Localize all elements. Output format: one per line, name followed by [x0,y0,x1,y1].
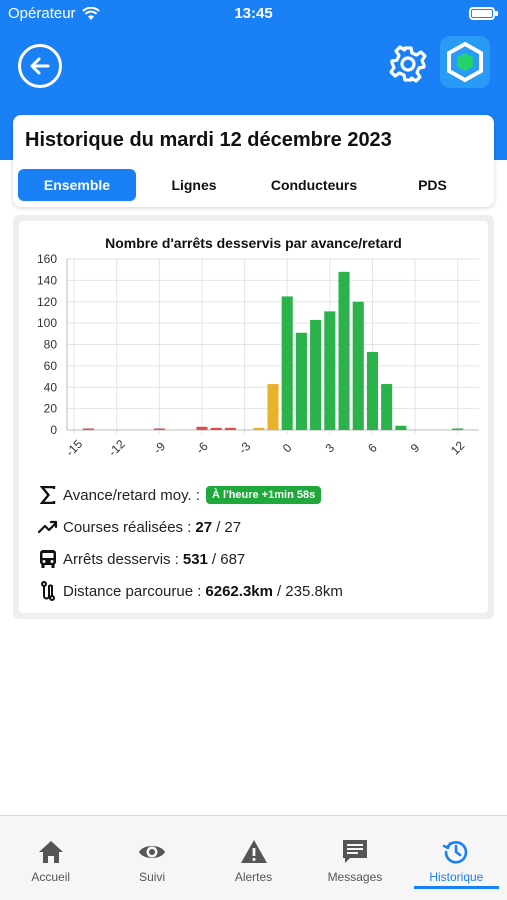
y-tick-label: 120 [37,295,57,309]
bus-icon [37,548,59,570]
stat-stops-total: / 687 [211,550,246,568]
x-tick-label: -12 [106,437,128,459]
back-button[interactable] [18,44,62,88]
stat-distance-total: / 235.8km [276,582,343,600]
chart-bar [310,319,322,430]
chart-bar [366,351,378,430]
tab-lignes[interactable]: Lignes [136,169,252,201]
tab-accueil[interactable]: Accueil [0,816,101,900]
y-tick-label: 80 [44,338,58,352]
chart-bar [196,426,208,430]
stat-courses: Courses réalisées : 27 / 27 [37,515,241,539]
tab-historique-label: Historique [429,870,484,884]
stat-courses-label: Courses réalisées : [63,518,192,536]
chart-bar [267,384,279,430]
y-tick-label: 40 [44,380,58,394]
chart-bar [381,384,393,430]
stat-distance-label: Distance parcourue : [63,582,202,600]
home-icon [38,841,63,863]
x-tick-label: 3 [323,440,338,455]
alert-icon [240,840,267,863]
x-tick-label: -6 [193,439,211,457]
tab-suivi-label: Suivi [139,870,166,884]
chart-bar [338,271,350,430]
status-badge: À l'heure +1min 58s [206,486,322,504]
page-title: Historique du mardi 12 décembre 2023 [25,129,392,151]
chart-bar [395,425,407,430]
chart-panel: 0 20 40 60 80 100 120 140 160 -15 -12 -9 -6 -3 0 3 6 9 12 … [13,215,494,619]
stat-stops: Arrêts desservis : 531 / 687 [37,547,245,571]
x-tick-label: 9 [408,440,423,455]
x-tick-label: 12 [448,438,468,458]
gear-icon [389,45,427,83]
x-tick-label: 6 [365,440,380,455]
tab-ensemble[interactable]: Ensemble [18,169,136,201]
stat-courses-value: 27 [195,518,213,536]
y-tick-label: 0 [50,423,57,437]
stat-avg-label: Avance/retard moy. : [63,486,201,504]
history-card: Historique du mardi 12 décembre 2023 Ens… [13,115,494,207]
tab-historique[interactable]: Historique [406,816,507,900]
y-tick-label: 160 [37,252,57,266]
chart-bar [253,427,265,430]
tab-messages-label: Messages [327,870,383,884]
stat-distance: Distance parcourue : 6262.3km / 235.8km [37,579,343,603]
trend-up-icon [37,516,59,538]
eye-icon [139,846,166,858]
stat-courses-total: / 27 [216,518,242,536]
battery-icon [469,7,498,20]
clock: 13:45 [234,5,273,22]
chart-card: 0 20 40 60 80 100 120 140 160 -15 -12 -9 -6 -3 0 3 6 9 12 … [19,221,488,613]
app-logo[interactable] [440,36,490,88]
x-tick-label: 0 [280,440,295,455]
x-tick-label: -3 [236,439,254,457]
y-tick-label: 20 [44,402,58,416]
tab-accueil-label: Accueil [31,870,71,884]
chart-bar [352,301,364,430]
chart-bar [324,311,336,430]
sigma-icon [37,484,59,506]
x-tick-label: -15 [63,437,85,459]
route-icon [37,580,59,602]
tab-conducteurs[interactable]: Conducteurs [252,169,376,201]
tab-alertes[interactable]: Alertes [203,816,304,900]
delay-histogram-chart: 0 20 40 60 80 100 120 140 160 -15 -12 -9 -6 -3 0 3 6 9 12 [37,252,479,459]
chart-bar [210,427,222,430]
stat-distance-value: 6262.3km [205,582,273,600]
status-bar: Opérateur 13:45 [0,0,507,28]
chart-bar [224,427,236,430]
tab-messages[interactable]: Messages [304,816,405,900]
y-tick-label: 100 [37,316,57,330]
stat-stops-label: Arrêts desservis : [63,550,179,568]
chart-bar [82,428,94,430]
settings-button[interactable] [388,44,428,84]
chart-bar [295,332,307,430]
messages-icon [342,840,367,863]
chart-title: Nombre d'arrêts desservis par avance/ret… [105,235,402,251]
chart-bar [452,428,464,430]
bottom-tab-bar: Accueil Suivi Alertes Messages Historiqu… [0,815,507,900]
history-icon [443,840,468,864]
tab-bar-top: Ensemble Lignes Conducteurs PDS [18,169,489,201]
app-logo-icon [447,41,483,83]
tab-suivi[interactable]: Suivi [101,816,202,900]
tab-alertes-label: Alertes [234,870,273,884]
back-arrow-icon [30,57,50,75]
chart-bar [153,428,165,430]
chart-bar [281,296,293,430]
stat-avg-delay: Avance/retard moy. : À l'heure +1min 58s [37,483,322,507]
y-tick-label: 140 [37,273,57,287]
tab-pds[interactable]: PDS [376,169,489,201]
y-tick-label: 60 [44,359,58,373]
stat-stops-value: 531 [182,550,208,568]
x-tick-label: -9 [151,439,169,457]
